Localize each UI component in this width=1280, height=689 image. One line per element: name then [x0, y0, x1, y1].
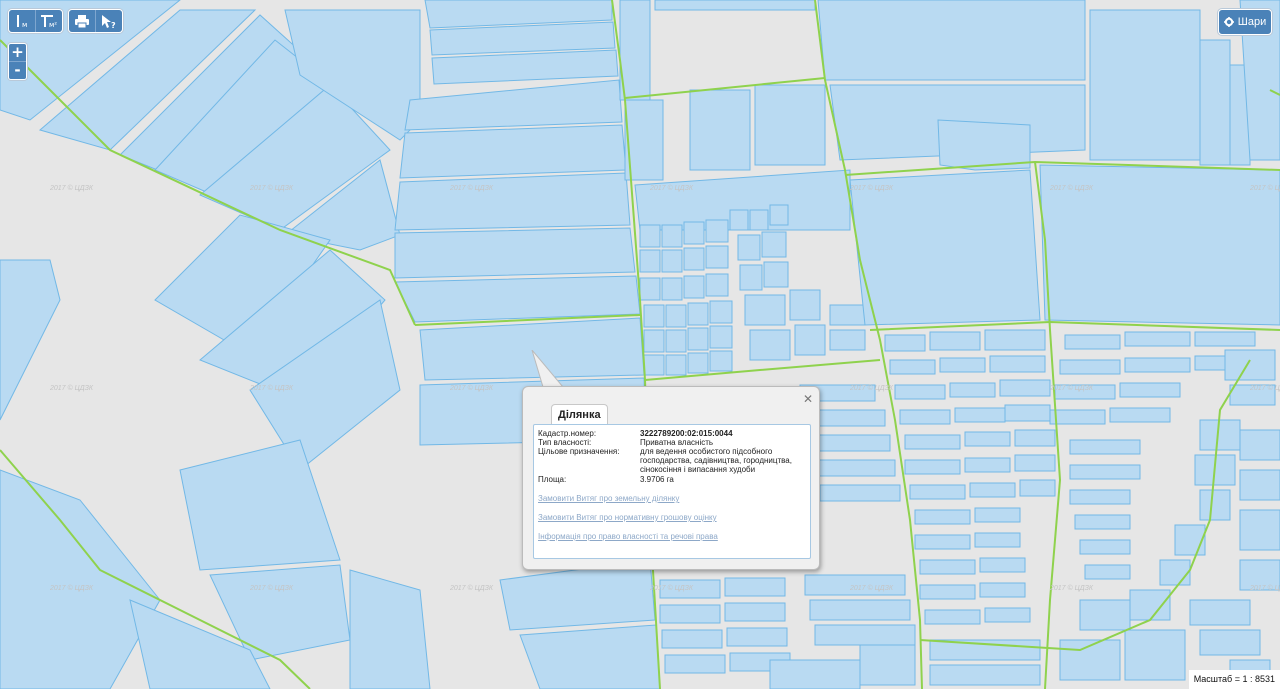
- scale-indicator: Масштаб = 1 : 8531: [1188, 670, 1280, 689]
- map-watermark: 2017 © ЦДЗК: [849, 184, 894, 192]
- popup-pointer: [531, 350, 565, 388]
- field-label: Площа:: [538, 475, 567, 484]
- map-watermark: 2017 © ЦДЗК: [1049, 384, 1094, 392]
- cadastral-number-value: 3222789200:02:015:0044: [640, 429, 733, 438]
- field-label: Тип власності:: [538, 438, 592, 447]
- map-watermark: 2017 © ЦДЗК: [449, 384, 494, 392]
- svg-text:?: ?: [111, 21, 116, 29]
- gear-icon: [1223, 17, 1234, 27]
- map-watermark: 2017 © ЦДЗК: [49, 384, 94, 392]
- map-watermark: 2017 © ЦДЗК: [49, 584, 94, 592]
- tab-parcel[interactable]: Ділянка: [551, 404, 608, 425]
- zoom-out-button[interactable]: -: [9, 61, 26, 79]
- ownership-type-value: Приватна власність: [640, 438, 714, 447]
- zoom-in-button[interactable]: +: [9, 44, 26, 61]
- parcel-info-panel: Кадастр.номер: 3222789200:02:015:0044 Ти…: [533, 424, 811, 559]
- print-icon: [75, 14, 89, 28]
- info-cursor-icon: ?: [102, 14, 116, 29]
- area-value: 3.9706 га: [640, 475, 674, 484]
- order-valuation-extract-link[interactable]: Замовити Витяг про нормативну грошову оц…: [538, 513, 717, 522]
- field-label: Цільове призначення:: [538, 447, 620, 456]
- tools-toolbar: ?: [68, 9, 123, 33]
- map-watermark: 2017 © ЦДЗК: [1249, 384, 1280, 392]
- print-button[interactable]: [69, 10, 96, 32]
- order-land-extract-link[interactable]: Замовити Витяг про земельну ділянку: [538, 494, 679, 503]
- map-watermark: 2017 © ЦДЗК: [249, 584, 294, 592]
- measure-distance-button[interactable]: м: [9, 10, 36, 32]
- layers-label: Шари: [1237, 16, 1267, 28]
- svg-text:м²: м²: [49, 21, 57, 29]
- field-label: Кадастр.номер:: [538, 429, 597, 438]
- map-watermark: 2017 © ЦДЗК: [449, 184, 494, 192]
- measure-toolbar: м м²: [8, 9, 63, 33]
- map-watermark: 2017 © ЦДЗК: [1249, 184, 1280, 192]
- purpose-value: для ведення особистого підсобного господ…: [640, 447, 792, 474]
- zoom-control: + -: [8, 43, 27, 80]
- map-watermark: 2017 © ЦДЗК: [649, 584, 694, 592]
- measure-area-button[interactable]: м²: [36, 10, 62, 32]
- ownership-type-row: Тип власності: Приватна власність: [538, 438, 805, 447]
- layers-button[interactable]: Шари: [1218, 9, 1272, 35]
- svg-text:м: м: [22, 21, 27, 29]
- ownership-info-link[interactable]: Інформація про право власності та речові…: [538, 532, 718, 541]
- measure-distance-icon: м: [17, 15, 27, 29]
- close-icon[interactable]: ✕: [803, 392, 813, 406]
- map-watermark: 2017 © ЦДЗК: [1049, 184, 1094, 192]
- map-watermark: 2017 © ЦДЗК: [249, 184, 294, 192]
- map-watermark: 2017 © ЦДЗК: [49, 184, 94, 192]
- map-watermark: 2017 © ЦДЗК: [249, 384, 294, 392]
- map-watermark: 2017 © ЦДЗК: [1049, 584, 1094, 592]
- cadastral-map[interactable]: 2017 © ЦДЗК 2017 © ЦДЗК 2017 © ЦДЗК 2017 ©…: [0, 0, 1280, 689]
- parcel-info-popup: ✕ Ділянка Кадастр.номер: 3222789200:02:0…: [522, 386, 820, 570]
- parcel-info-fields: Кадастр.номер: 3222789200:02:015:0044 Ти…: [538, 429, 805, 484]
- map-watermark: 2017 © ЦДЗК: [849, 584, 894, 592]
- map-watermark: 2017 © ЦДЗК: [449, 584, 494, 592]
- area-row: Площа: 3.9706 га: [538, 475, 805, 484]
- identify-button[interactable]: ?: [96, 10, 122, 32]
- cadastral-number-row: Кадастр.номер: 3222789200:02:015:0044: [538, 429, 805, 438]
- measure-area-icon: м²: [41, 15, 57, 29]
- map-watermark: 2017 © ЦДЗК: [1249, 584, 1280, 592]
- map-watermark: 2017 © ЦДЗК: [649, 184, 694, 192]
- map-watermark: 2017 © ЦДЗК: [849, 384, 894, 392]
- purpose-row: Цільове призначення: для ведення особист…: [538, 447, 805, 474]
